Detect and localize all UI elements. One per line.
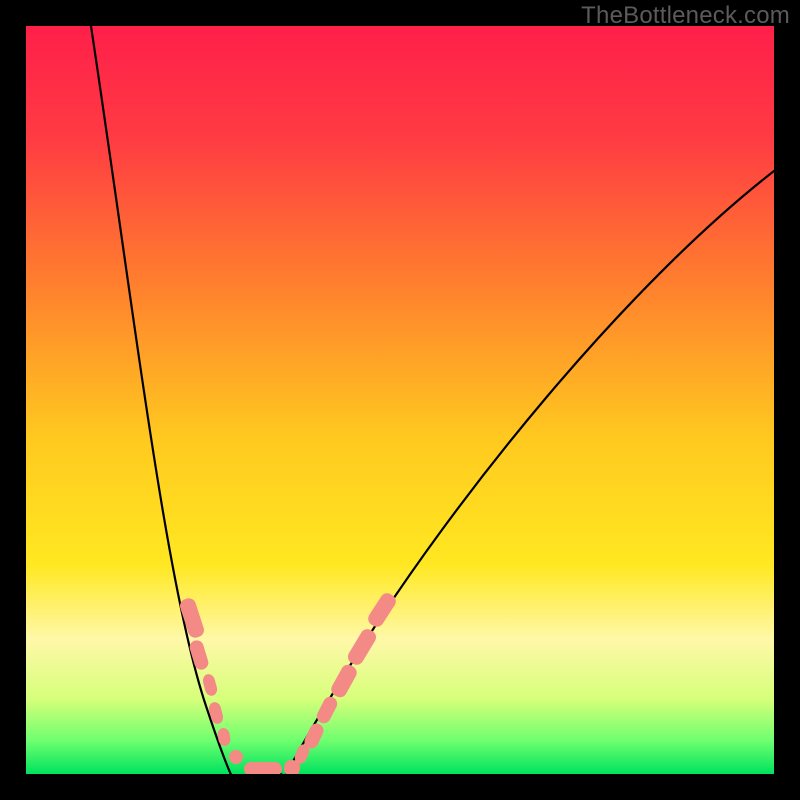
bead-marker xyxy=(329,662,359,699)
bead-marker xyxy=(201,673,218,697)
bead-markers xyxy=(178,591,398,774)
chart-frame: TheBottleneck.com xyxy=(0,0,800,800)
bead-marker xyxy=(228,749,243,764)
curve-right-branch xyxy=(278,171,774,774)
plot-area xyxy=(26,26,774,774)
bottleneck-curve xyxy=(26,26,774,774)
watermark-text: TheBottleneck.com xyxy=(581,2,790,30)
bead-marker xyxy=(314,694,339,725)
bead-marker xyxy=(345,627,378,668)
bead-marker xyxy=(365,591,398,630)
bead-marker xyxy=(244,762,282,774)
curve-left-branch xyxy=(91,26,251,774)
